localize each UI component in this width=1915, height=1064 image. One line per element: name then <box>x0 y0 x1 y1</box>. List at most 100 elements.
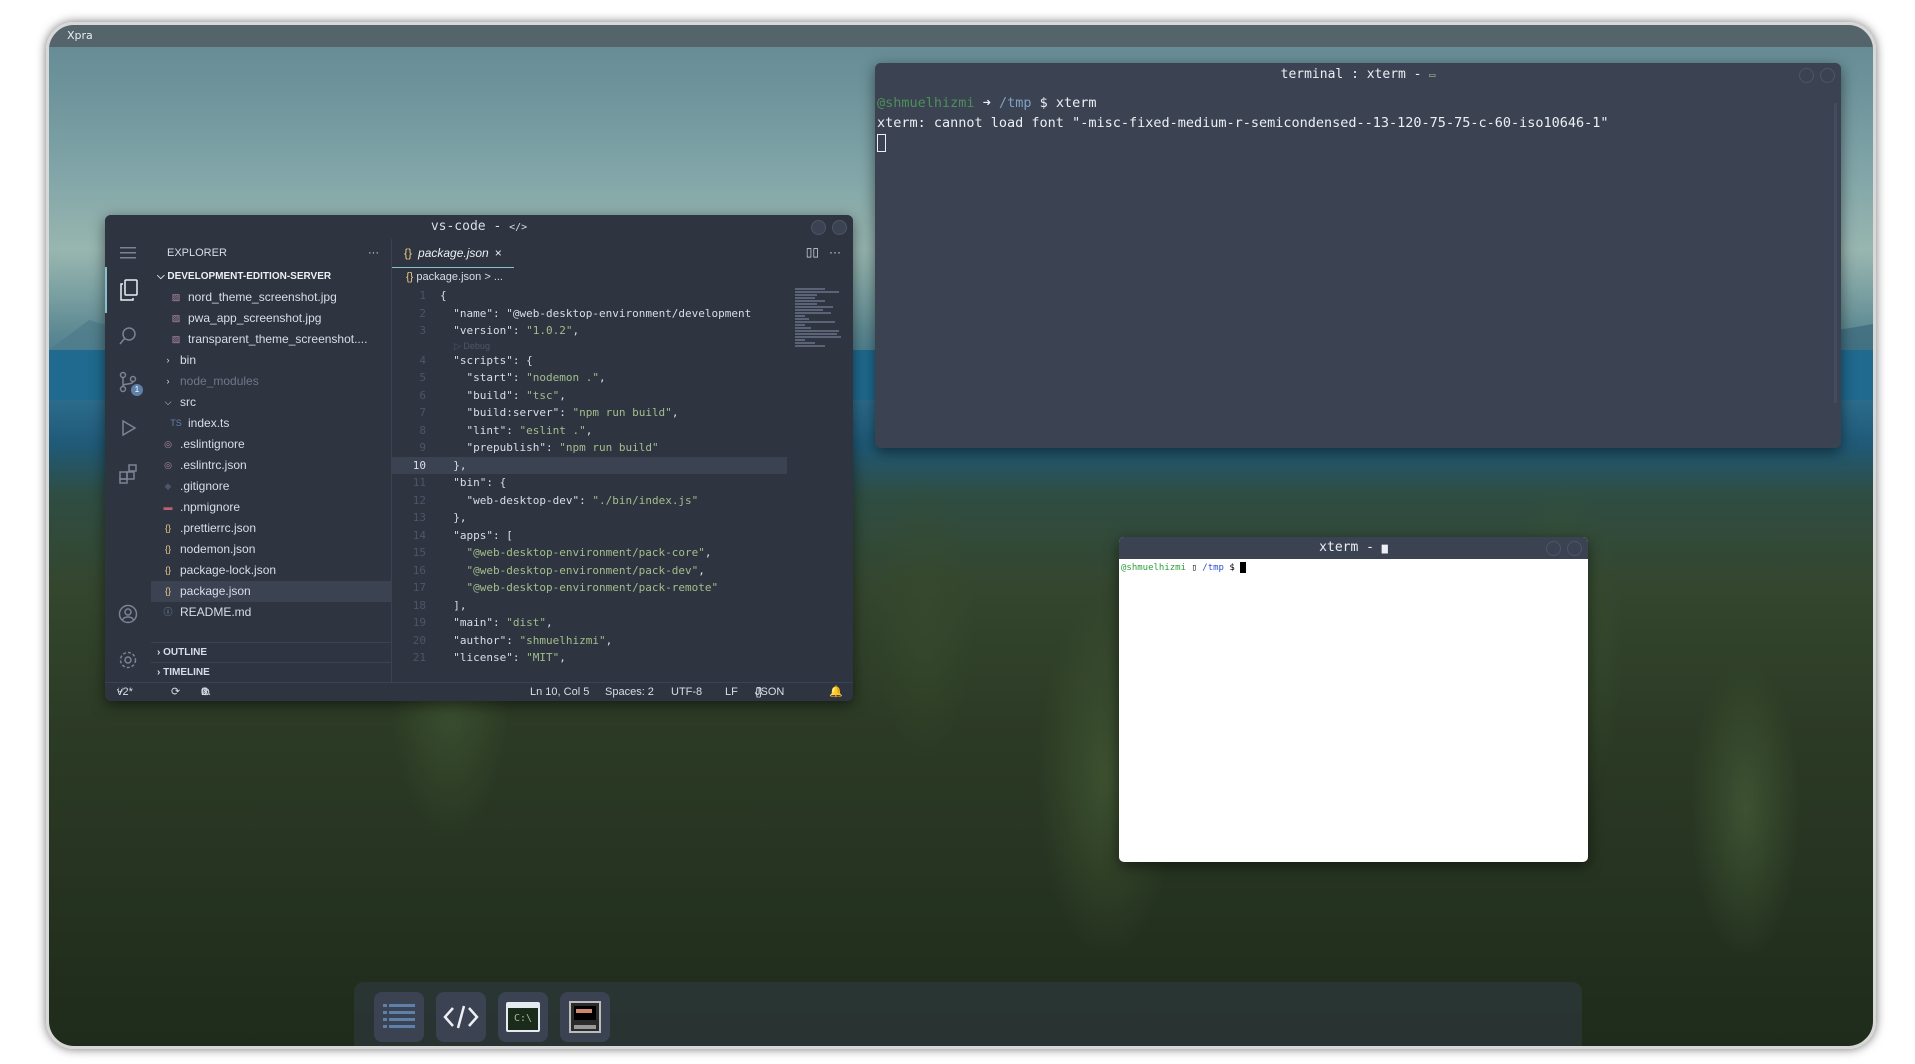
window-title: vs-code - <box>430 219 502 234</box>
line-content: "version": "1.0.2", <box>453 324 580 337</box>
terminal-window[interactable]: terminal : xterm - ▭ @shmuelhizmi ➜ /tmp… <box>875 63 1841 448</box>
ts-icon: TS <box>170 418 182 428</box>
xterm-app-icon[interactable] <box>560 992 610 1042</box>
scrollbar[interactable] <box>1834 103 1837 403</box>
close-button[interactable] <box>1820 68 1835 83</box>
tree-item[interactable]: {} package-lock.json <box>151 560 391 581</box>
close-button[interactable] <box>1567 541 1582 556</box>
tree-item-label: nord_theme_screenshot.jpg <box>188 290 337 304</box>
tree-item[interactable]: ▨ nord_theme_screenshot.jpg <box>151 287 391 308</box>
tree-item[interactable]: ◎ .eslintignore <box>151 434 391 455</box>
run-debug-icon[interactable] <box>105 405 151 451</box>
code-line: 4 "scripts": { <box>392 352 787 370</box>
line-content: "build": "tsc", <box>466 388 566 402</box>
source-control-icon[interactable]: 1 <box>105 359 151 405</box>
close-button[interactable] <box>832 220 847 235</box>
line-number: 12 <box>412 493 426 507</box>
tree-item[interactable]: {} nodemon.json <box>151 539 391 560</box>
tree-item-label: index.ts <box>188 416 230 430</box>
tab-close-icon[interactable]: × <box>495 239 502 267</box>
line-content: "@web-desktop-environment/pack-remote" <box>466 581 719 594</box>
workspace-folder-label: DEVELOPMENT-EDITION-SERVER <box>167 271 332 282</box>
debug-codelens[interactable]: ▷ Debug <box>392 340 787 352</box>
tree-item[interactable]: {} .prettierrc.json <box>151 518 391 539</box>
desktop: Xpra vs-code - </> 1 EXPLORER ··· ⌵ DEVE… <box>46 22 1876 1049</box>
tree-item[interactable]: {} package.json <box>151 581 391 602</box>
account-icon[interactable] <box>105 591 151 637</box>
breadcrumb-file[interactable]: package.json <box>416 271 481 283</box>
tree-item[interactable]: ▨ pwa_app_screenshot.jpg <box>151 308 391 329</box>
minimize-button[interactable] <box>1799 68 1814 83</box>
editor-more-icon[interactable]: ··· <box>829 245 841 259</box>
minimize-button[interactable] <box>811 220 826 235</box>
code-line: 21 "license": "MIT", <box>392 649 787 667</box>
tree-item[interactable]: ▨ transparent_theme_screenshot.... <box>151 329 391 350</box>
line-content: "lint": "eslint .", <box>466 423 593 437</box>
tree-item[interactable]: ◎ .eslintrc.json <box>151 455 391 476</box>
code-line: 14 "apps": [ <box>392 527 787 545</box>
xterm-window[interactable]: xterm - ▆ @shmuelhizmi ▯ /tmp $ <box>1119 537 1588 862</box>
tree-item[interactable]: TS index.ts <box>151 413 391 434</box>
code-line: 9 "prepublish": "npm run build" <box>392 439 787 457</box>
xterm-output[interactable]: @shmuelhizmi ▯ /tmp $ <box>1119 559 1588 576</box>
explorer-more-button[interactable]: ··· <box>368 239 379 267</box>
cursor-position[interactable]: Ln 10, Col 5 <box>530 683 589 701</box>
terminal-app-label: C:\ <box>508 1008 538 1030</box>
tab-package-json[interactable]: {} package.json × <box>392 238 514 268</box>
menu-icon[interactable] <box>105 239 151 267</box>
image-icon: ▨ <box>171 334 181 344</box>
minimize-button[interactable] <box>1546 541 1561 556</box>
json-icon: {} <box>404 245 413 260</box>
line-content: "author": "shmuelhizmi", <box>453 633 613 647</box>
line-content: "scripts": { <box>453 353 533 367</box>
outline-section[interactable]: › OUTLINE <box>151 642 391 663</box>
status-bar: ⑂ v2* ⟳ ⊗ 0 ⚠ 0 Ln 10, Col 5 Spaces: 2 U… <box>105 682 853 701</box>
workspace-folder[interactable]: ⌵ DEVELOPMENT-EDITION-SERVER <box>151 267 391 287</box>
dock: C:\ <box>354 982 1582 1046</box>
terminal-output[interactable]: @shmuelhizmi ➜ /tmp $ xterm xterm: canno… <box>875 87 1841 159</box>
files-icon[interactable] <box>105 267 151 313</box>
explorer-sidebar: EXPLORER ··· ⌵ DEVELOPMENT-EDITION-SERVE… <box>151 239 391 683</box>
line-number: 3 <box>419 324 426 337</box>
bell-icon[interactable]: 🔔 <box>829 683 843 701</box>
breadcrumb-more[interactable]: ... <box>494 271 503 283</box>
tree-item[interactable]: ▬ .npmignore <box>151 497 391 518</box>
vscode-titlebar[interactable]: vs-code - </> <box>105 215 853 239</box>
vscode-window[interactable]: vs-code - </> 1 EXPLORER ··· ⌵ DEVELOPME… <box>105 215 853 701</box>
line-number: 20 <box>412 633 426 647</box>
tree-item[interactable]: ⓘ README.md <box>151 602 391 623</box>
terminal-titlebar[interactable]: terminal : xterm - ▭ <box>875 63 1841 87</box>
xterm-titlebar[interactable]: xterm - ▆ <box>1119 537 1588 559</box>
line-number: 10 <box>412 458 426 472</box>
image-icon: ▨ <box>171 292 181 302</box>
terminal-app-icon[interactable]: C:\ <box>498 992 548 1042</box>
encoding[interactable]: UTF-8 <box>671 683 702 701</box>
sync-icon[interactable]: ⟳ <box>171 683 180 701</box>
minimap[interactable] <box>795 287 845 387</box>
code-icon: </> <box>509 222 528 233</box>
tree-item[interactable]: ⌵ src <box>151 392 391 413</box>
split-editor-icon[interactable]: ▯▯ <box>806 245 819 259</box>
line-number: 19 <box>412 616 426 629</box>
line-ending[interactable]: LF <box>725 683 738 701</box>
explorer-app-icon[interactable] <box>374 992 424 1042</box>
tree-item-label: .prettierrc.json <box>180 521 257 535</box>
search-icon[interactable] <box>105 313 151 359</box>
tree-item[interactable]: ◆ .gitignore <box>151 476 391 497</box>
code-line: 8 "lint": "eslint .", <box>392 422 787 440</box>
timeline-label: TIMELINE <box>163 667 210 678</box>
explorer-title: EXPLORER <box>167 247 227 259</box>
vscode-app-icon[interactable] <box>436 992 486 1042</box>
extensions-icon[interactable] <box>105 451 151 497</box>
command-text: xterm <box>1055 95 1097 111</box>
tree-item-label: pwa_app_screenshot.jpg <box>188 311 322 325</box>
indentation[interactable]: Spaces: 2 <box>605 683 654 701</box>
branch-label: v2* <box>117 686 133 698</box>
settings-gear-icon[interactable] <box>105 637 151 683</box>
tree-item[interactable]: › bin <box>151 350 391 371</box>
code-editor[interactable]: 1{2 "name": "@web-desktop-environment/de… <box>392 287 787 683</box>
line-content: "license": "MIT", <box>453 651 566 664</box>
timeline-section[interactable]: › TIMELINE <box>151 662 391 683</box>
tree-item[interactable]: › node_modules <box>151 371 391 392</box>
line-number: 14 <box>412 528 426 542</box>
